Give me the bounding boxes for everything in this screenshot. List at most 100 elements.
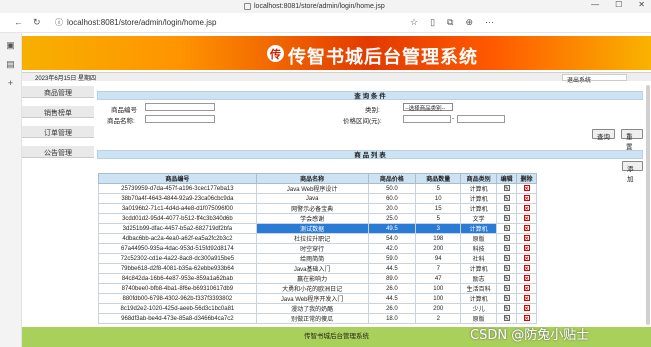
delete-cell: ✕ [516,213,537,224]
edit-icon[interactable]: ✎ [503,315,510,322]
table-cell: 72c52302-cd1e-4a22-8ac8-dc300a915be5 [98,253,257,264]
delete-icon[interactable]: ✕ [523,285,530,292]
delete-cell: ✕ [516,273,537,284]
table-cell: 198 [415,233,462,244]
delete-icon[interactable]: ✕ [523,185,530,192]
table-cell: 杜拉拉升职记 [255,233,369,244]
delete-cell: ✕ [516,193,537,204]
edit-icon[interactable]: ✎ [503,205,510,212]
product-name-input[interactable] [145,115,215,123]
delete-icon[interactable]: ✕ [523,265,530,272]
column-header-edit: 编辑 [496,173,518,184]
table-row: 880fdb00-6798-4302-962b-f337f3393802 Java… [98,293,537,304]
edit-icon[interactable]: ✎ [503,185,510,192]
page-favicon-icon [244,3,251,10]
reload-icon[interactable]: ↻ [33,17,41,28]
table-row: 25739959-d7da-457f-a196-3cec177eba13 Java… [98,183,537,194]
table-cell: 880fdb00-6798-4302-962b-f337f3393802 [98,293,257,304]
table-cell: 44.5 [367,293,417,304]
menu-item-orders[interactable]: 订单管理 [22,126,94,138]
table-cell: 47 [415,273,462,284]
price-max-input[interactable] [457,115,505,123]
query-section-title: 查 询 条 件 [97,91,643,100]
delete-cell: ✕ [516,243,537,254]
edit-cell: ✎ [496,233,518,244]
menu-item-notices[interactable]: 公告管理 [22,146,94,158]
table-cell: 44.5 [367,263,417,274]
delete-icon[interactable]: ✕ [523,245,530,252]
menu-item-products[interactable]: 商品管理 [22,86,94,98]
delete-cell: ✕ [516,293,537,304]
menu-item-sales-ranking[interactable]: 销售榜单 [22,106,94,118]
table-row: 4dbac6bb-ac2a-4ea0-a62f-ea5a2fc2b3c2 杜拉拉升… [98,233,537,244]
reset-button[interactable]: 重置 [621,129,643,151]
favorite-icon[interactable]: ☆ [410,17,418,28]
edit-cell: ✎ [496,223,518,234]
delete-cell: ✕ [516,183,537,194]
url-text[interactable]: localhost:8081/store/admin/login/home.js… [67,18,216,27]
delete-icon[interactable]: ✕ [523,255,530,262]
edit-icon[interactable]: ✎ [503,195,510,202]
split-screen-icon[interactable]: ▯ [430,17,435,28]
minimize-icon[interactable]: — [591,0,599,9]
list-section-title: 商 品 列 表 [97,150,643,159]
edit-icon[interactable]: ✎ [503,225,510,232]
edit-icon[interactable]: ✎ [503,265,510,272]
delete-icon[interactable]: ✕ [523,195,530,202]
edit-icon[interactable]: ✎ [503,245,510,252]
page-scrollbar[interactable] [646,85,650,325]
collections-icon[interactable]: ⊕ [465,17,473,28]
product-id-input[interactable] [145,103,215,111]
delete-icon[interactable]: ✕ [523,305,530,312]
edit-icon[interactable]: ✎ [503,275,510,282]
delete-icon[interactable]: ✕ [523,295,530,302]
back-icon[interactable]: ← [14,17,23,28]
category-select[interactable]: --选择商品类别-- [403,103,453,112]
page-viewport: 传 传智书城后台管理系统 2023年6月15日 星期四 退出系统 商品管理 销售… [22,33,651,347]
delete-icon[interactable]: ✕ [523,205,530,212]
search-button[interactable]: 查询 [592,129,615,141]
maximize-icon[interactable]: ☐ [615,0,622,9]
tabs-icon[interactable]: ▣ [4,40,18,52]
edit-icon[interactable]: ✎ [503,255,510,262]
delete-icon[interactable]: ✕ [523,235,530,242]
table-cell: 8c19d2e2-1020-425d-aeeb-56d3c1bc0a81 [98,303,257,314]
table-cell: 原版 [460,313,498,324]
edit-icon[interactable]: ✎ [503,295,510,302]
table-cell: 42.0 [367,243,417,254]
table-cell: 8740bee0-bfb8-4ba1-8f6e-b69310617db9 [98,283,257,294]
logout-button[interactable]: 退出系统 [562,74,627,84]
delete-icon[interactable]: ✕ [523,275,530,282]
table-cell: 3d251b99-dfac-4457-b5a2-682719df2bfa [98,223,257,234]
main-content: 查 询 条 件 商品编号 类别: --选择商品类别-- 商品名称: 价格区间(元… [97,91,643,324]
browser-titlebar: localhost:8081/store/admin/login/home.js… [0,0,651,13]
table-cell: 26.0 [367,283,417,294]
edit-icon[interactable]: ✎ [503,235,510,242]
close-icon[interactable]: ✕ [638,0,645,9]
table-cell: 67a44950-935a-4dac-953d-515fd92d8174 [98,243,257,254]
browser-tab[interactable]: localhost:8081/store/admin/login/home.js… [244,1,385,12]
delete-icon[interactable]: ✕ [523,315,530,322]
table-cell: 文学 [460,213,498,224]
edit-icon[interactable]: ✎ [503,215,510,222]
extensions-icon[interactable]: ⧉ [447,17,453,28]
add-icon[interactable]: + [4,78,18,90]
more-icon[interactable]: ⋯ [485,17,494,28]
delete-icon[interactable]: ✕ [523,225,530,232]
price-min-input[interactable] [403,115,451,123]
add-product-button[interactable]: 添加 [622,161,643,183]
edit-icon[interactable]: ✎ [503,285,510,292]
reading-icon[interactable]: ▤ [4,59,18,71]
table-cell: 3a0196b2-71c1-4d4d-a4e8-d1f075096f00 [98,203,257,214]
table-cell: 计算机 [460,183,498,194]
table-row: 72c52302-cd1e-4a22-8ac8-dc300a915be5 给雨简简… [98,253,537,264]
table-cell: 60.0 [367,193,417,204]
delete-icon[interactable]: ✕ [523,215,530,222]
edit-cell: ✎ [496,203,518,214]
table-cell: 50.0 [367,183,417,194]
edit-icon[interactable]: ✎ [503,305,510,312]
info-icon[interactable]: ⓘ [55,17,63,28]
table-row: 84c842da-16b6-4e87-953e-859a1a62bab 赢在影响力… [98,273,537,284]
table-cell: 84c842da-16b6-4e87-953e-859a1a62bab [98,273,257,284]
table-cell: 生活百科 [460,283,498,294]
